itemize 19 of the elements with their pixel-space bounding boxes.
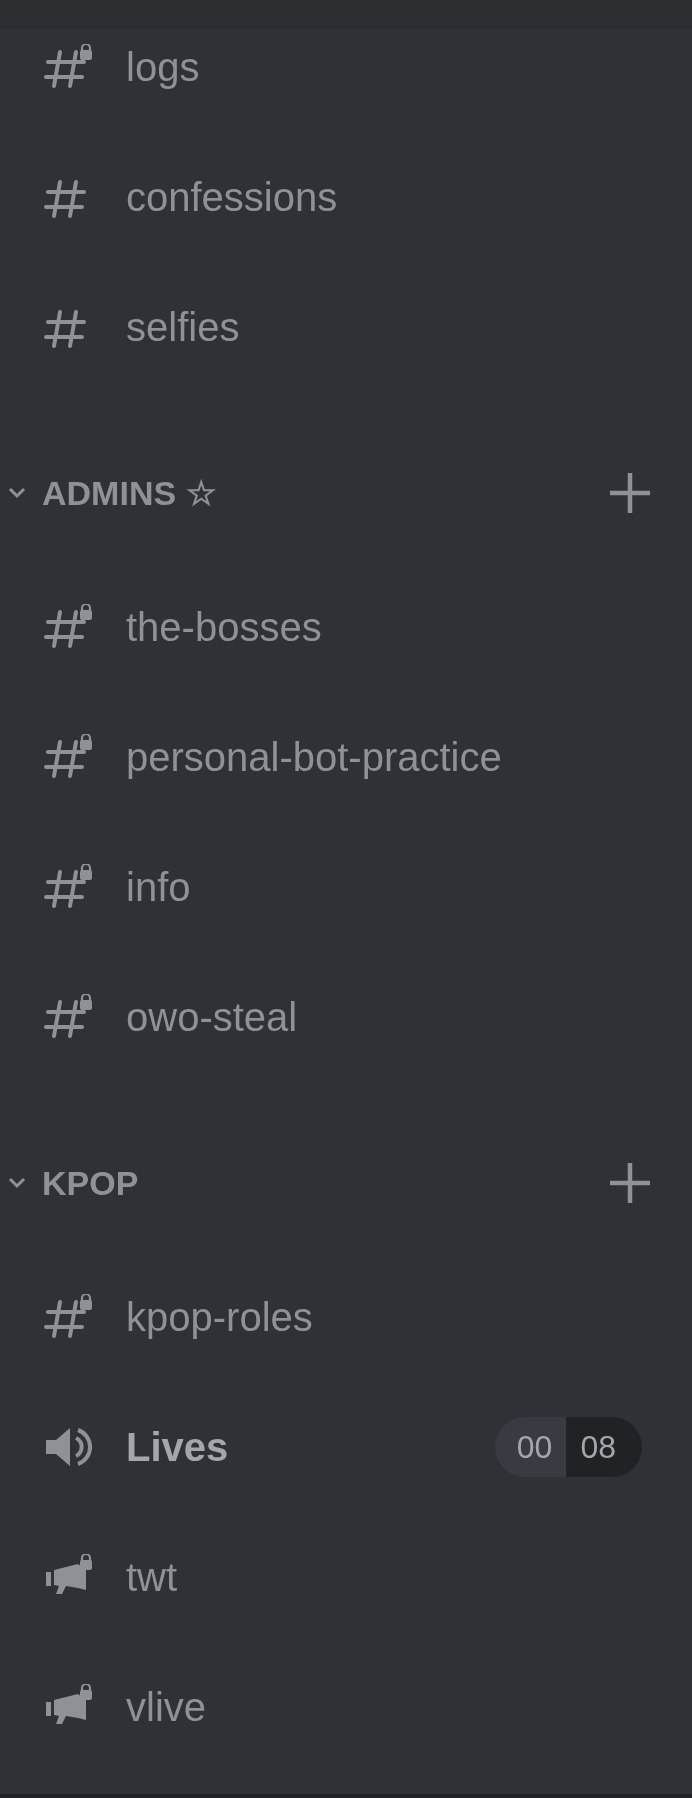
- channel-name[interactable]: selfies: [126, 297, 240, 357]
- channel-name[interactable]: vlive: [126, 1677, 207, 1737]
- category-name[interactable]: ADMINS ☆: [42, 467, 216, 519]
- plus-icon[interactable]: [608, 471, 652, 515]
- channel-name[interactable]: the-bosses: [126, 597, 322, 657]
- channel-name[interactable]: twt: [126, 1547, 178, 1607]
- user-limit: 08: [566, 1417, 642, 1477]
- channel-name[interactable]: kpop-roles: [126, 1287, 313, 1347]
- channel-name[interactable]: personal-bot-practice: [126, 727, 502, 787]
- user-count: 00: [494, 1417, 567, 1477]
- category-name[interactable]: KPOP: [42, 1157, 139, 1209]
- chevron-icon[interactable]: [8, 487, 26, 499]
- chevron-icon[interactable]: [8, 1177, 26, 1189]
- channel-name[interactable]: confessions: [126, 167, 338, 227]
- channel-name[interactable]: info: [126, 857, 191, 917]
- channel-name[interactable]: owo-steal: [126, 987, 298, 1047]
- channel-name[interactable]: Lives: [126, 1417, 229, 1477]
- channel-name[interactable]: logs: [126, 37, 200, 97]
- plus-icon[interactable]: [608, 1161, 652, 1205]
